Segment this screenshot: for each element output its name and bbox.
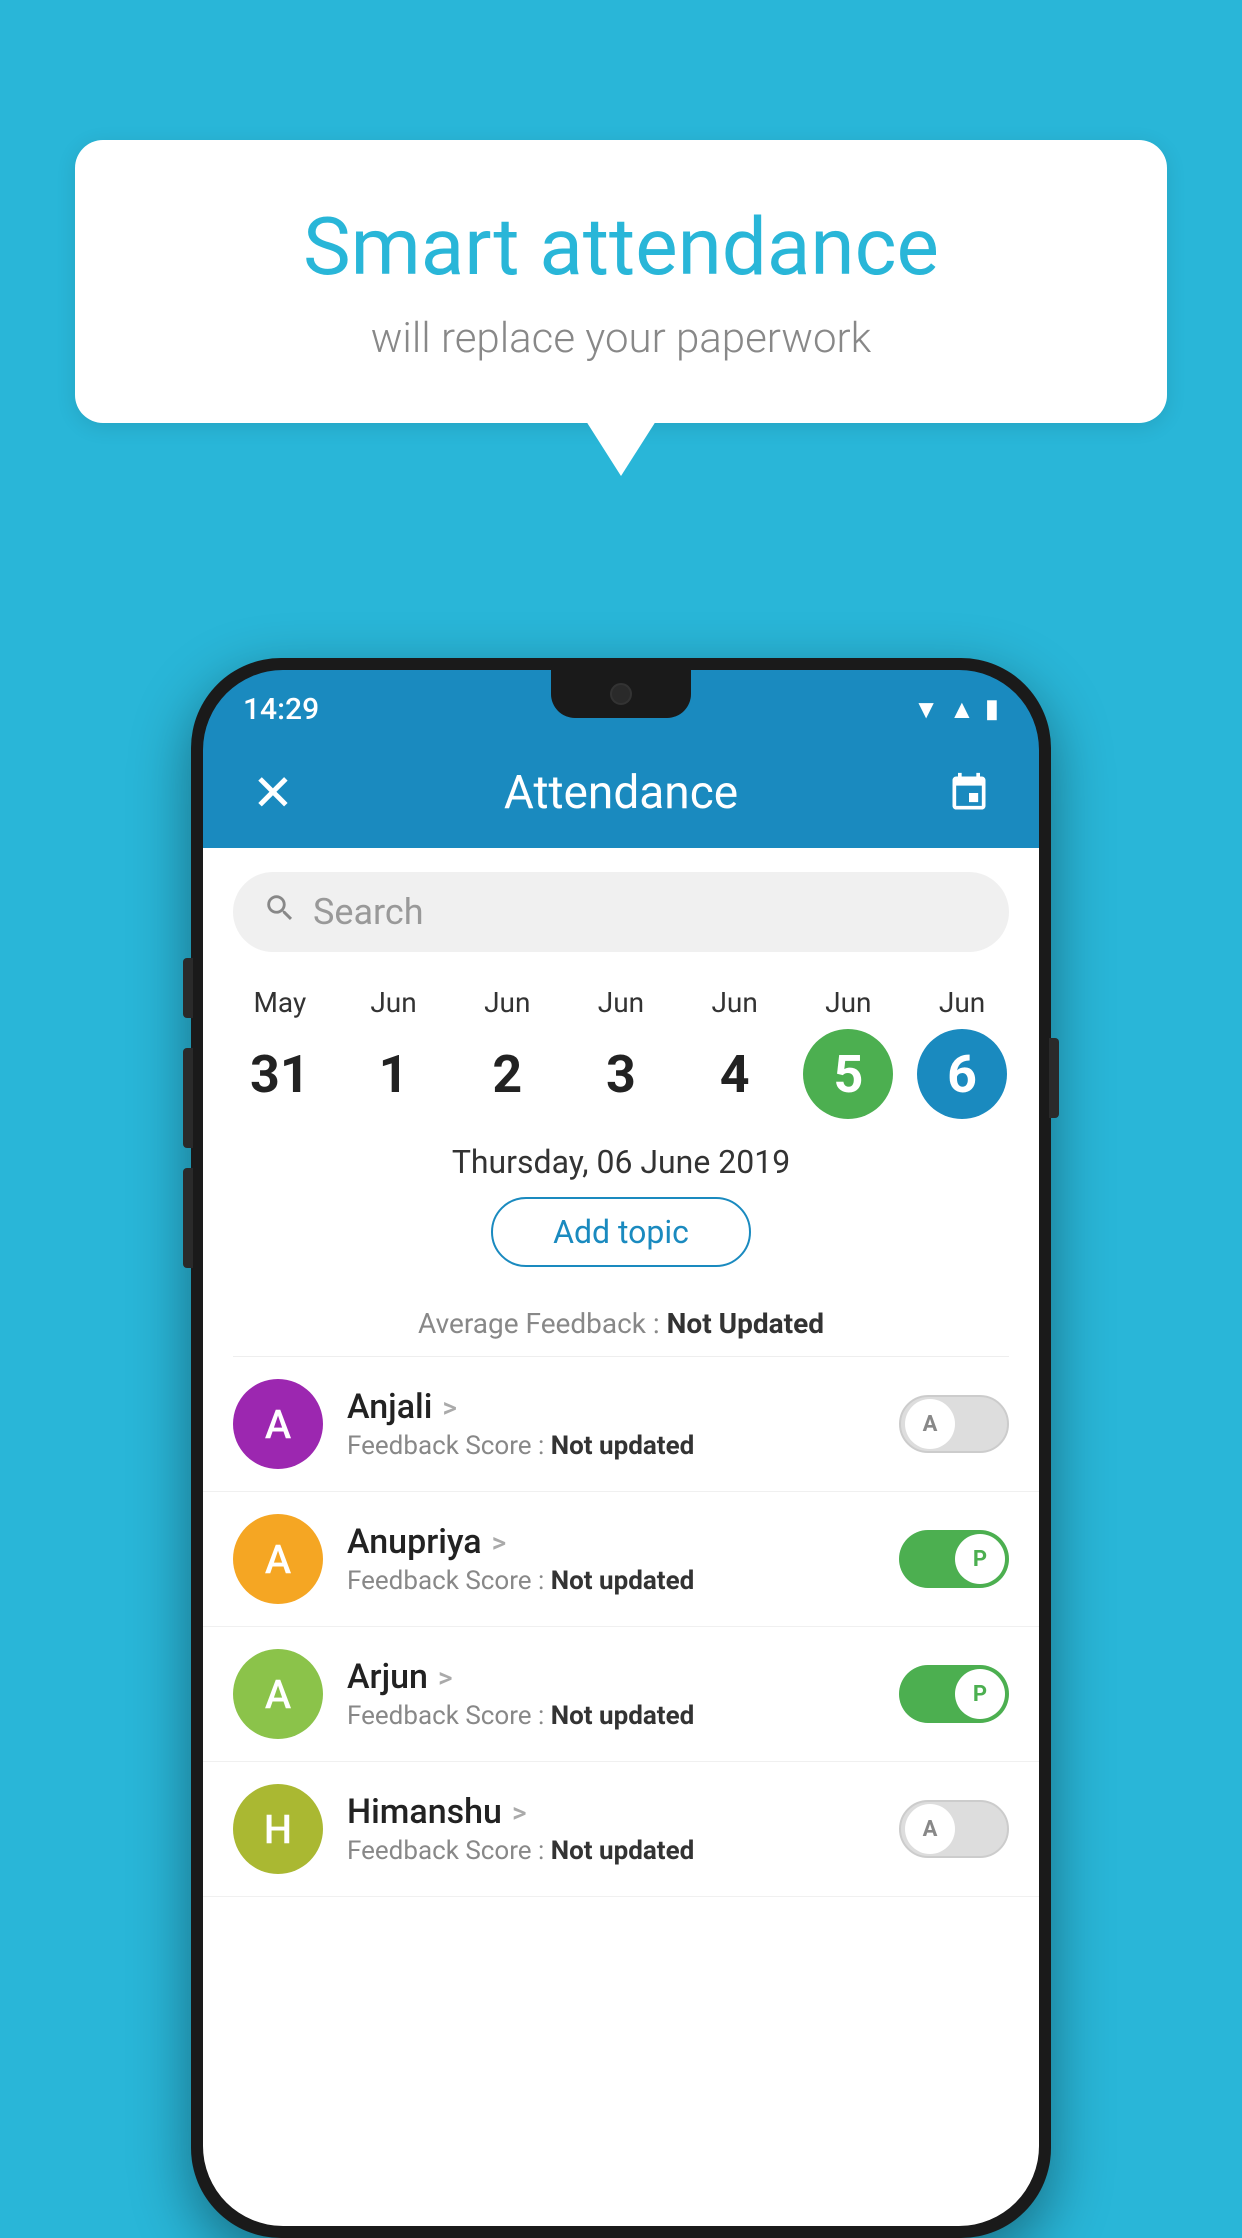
toggle-knob: P <box>955 1669 1005 1719</box>
calendar-strip: May31Jun1Jun2Jun3Jun4Jun5Jun6 <box>203 976 1039 1119</box>
chevron-icon: > <box>512 1796 527 1829</box>
student-item: A Anjali > Feedback Score : Not updated A <box>203 1357 1039 1492</box>
chevron-icon: > <box>438 1661 453 1694</box>
phone-screen: 14:29 ▼ ▲ ▮ ✕ Attendance <box>203 670 1039 2226</box>
student-item: H Himanshu > Feedback Score : Not updated A <box>203 1762 1039 1897</box>
avatar: H <box>233 1784 323 1874</box>
feedback-score: Feedback Score : Not updated <box>347 1701 875 1731</box>
attendance-toggle[interactable]: P <box>899 1530 1009 1588</box>
power-button <box>1049 1038 1059 1118</box>
calendar-day[interactable]: Jun2 <box>457 986 557 1119</box>
calendar-day[interactable]: Jun1 <box>344 986 444 1119</box>
app-bar-title: Attendance <box>504 766 738 820</box>
status-icons: ▼ ▲ ▮ <box>913 694 999 725</box>
volume-down-button <box>183 1168 193 1268</box>
volume-mute-button <box>183 958 193 1018</box>
student-name[interactable]: Himanshu > <box>347 1792 875 1832</box>
student-item: A Arjun > Feedback Score : Not updated P <box>203 1627 1039 1762</box>
phone-frame: 14:29 ▼ ▲ ▮ ✕ Attendance <box>191 658 1051 2238</box>
avatar: A <box>233 1649 323 1739</box>
student-list: AAnjali >Feedback Score : Not updatedAAA… <box>203 1357 1039 1897</box>
search-placeholder: Search <box>313 891 424 933</box>
add-topic-button[interactable]: Add topic <box>491 1197 751 1267</box>
close-button[interactable]: ✕ <box>243 763 303 823</box>
status-time: 14:29 <box>243 692 319 727</box>
promo-subtitle: will replace your paperwork <box>145 314 1097 363</box>
calendar-day[interactable]: Jun5 <box>798 986 898 1119</box>
speech-bubble: Smart attendance will replace your paper… <box>75 140 1167 423</box>
calendar-day[interactable]: Jun6 <box>912 986 1012 1119</box>
calendar-day[interactable]: Jun4 <box>685 986 785 1119</box>
notch <box>551 670 691 718</box>
search-bar[interactable]: Search <box>233 872 1009 952</box>
screen-content: Search May31Jun1Jun2Jun3Jun4Jun5Jun6 Thu… <box>203 848 1039 2226</box>
app-bar: ✕ Attendance <box>203 738 1039 848</box>
speech-bubble-arrow <box>586 421 656 476</box>
attendance-toggle[interactable]: A <box>899 1800 1009 1858</box>
feedback-score: Feedback Score : Not updated <box>347 1431 875 1461</box>
selected-date: Thursday, 06 June 2019 <box>203 1143 1039 1181</box>
calendar-icon[interactable] <box>939 763 999 823</box>
speech-bubble-container: Smart attendance will replace your paper… <box>75 140 1167 476</box>
student-name[interactable]: Anjali > <box>347 1387 875 1427</box>
camera <box>610 683 632 705</box>
chevron-icon: > <box>442 1391 457 1424</box>
search-icon <box>263 891 297 934</box>
calendar-day[interactable]: May31 <box>230 986 330 1119</box>
student-name[interactable]: Anupriya > <box>347 1522 875 1562</box>
feedback-score: Feedback Score : Not updated <box>347 1836 875 1866</box>
volume-up-button <box>183 1048 193 1148</box>
toggle-knob: A <box>905 1399 955 1449</box>
avatar: A <box>233 1379 323 1469</box>
promo-title: Smart attendance <box>145 200 1097 294</box>
attendance-toggle[interactable]: A <box>899 1395 1009 1453</box>
feedback-score: Feedback Score : Not updated <box>347 1566 875 1596</box>
toggle-knob: A <box>905 1804 955 1854</box>
toggle-knob: P <box>955 1534 1005 1584</box>
battery-icon: ▮ <box>985 694 999 724</box>
wifi-icon: ▼ <box>913 694 939 725</box>
student-item: A Anupriya > Feedback Score : Not updated P <box>203 1492 1039 1627</box>
signal-icon: ▲ <box>949 694 975 725</box>
student-name[interactable]: Arjun > <box>347 1657 875 1697</box>
attendance-toggle[interactable]: P <box>899 1665 1009 1723</box>
chevron-icon: > <box>492 1526 507 1559</box>
avatar: A <box>233 1514 323 1604</box>
calendar-day[interactable]: Jun3 <box>571 986 671 1119</box>
avg-feedback: Average Feedback : Not Updated <box>203 1307 1039 1340</box>
